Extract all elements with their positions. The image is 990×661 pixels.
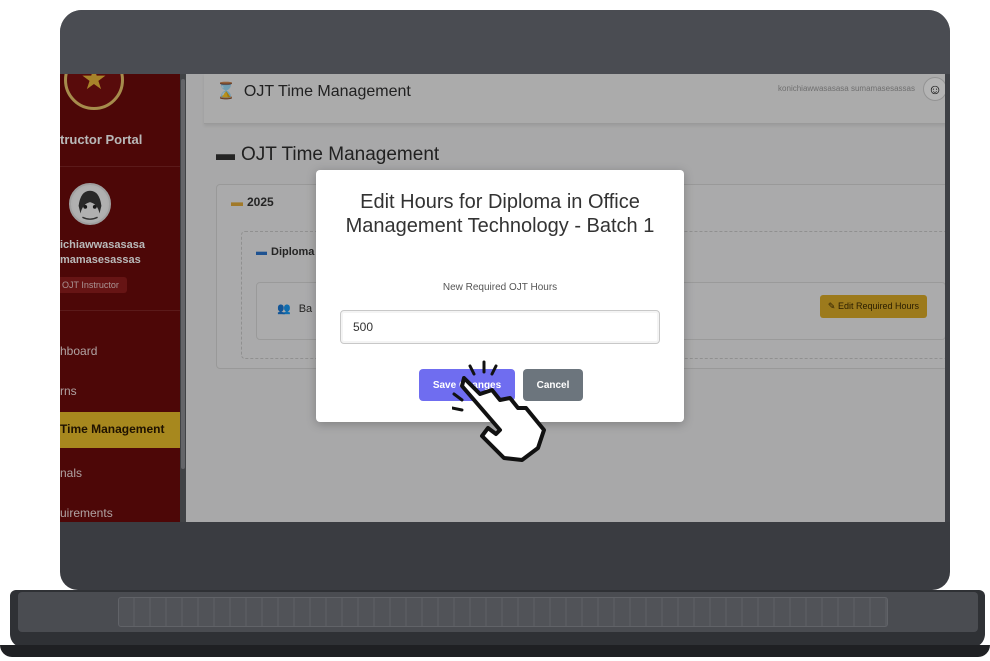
laptop-top-bezel [60, 10, 950, 74]
required-hours-label: New Required OJT Hours [442, 282, 558, 293]
laptop-keyboard [118, 597, 888, 627]
pointer-hand-icon [452, 360, 546, 462]
required-hours-input[interactable] [340, 310, 660, 344]
laptop-bottom-bezel [60, 522, 950, 590]
modal-title: Edit Hours for Diploma in Office Managem… [345, 191, 655, 237]
laptop-base-edge [0, 645, 990, 657]
